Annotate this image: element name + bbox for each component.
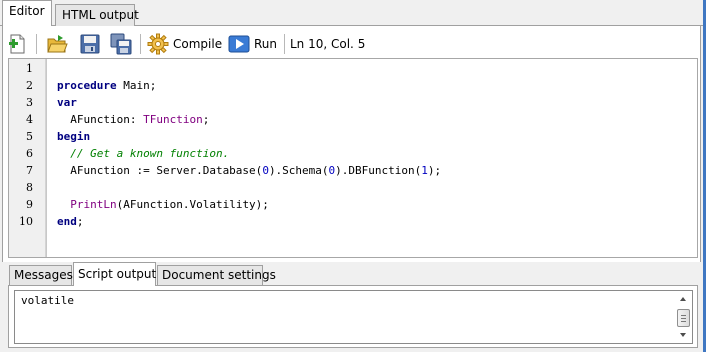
save-all-icon (110, 33, 132, 55)
keyword: var (57, 96, 77, 109)
run-button[interactable]: Run (228, 31, 277, 57)
code-line-6: // Get a known function. (57, 145, 229, 162)
line-number: 4 (26, 113, 33, 126)
line-number: 10 (19, 215, 33, 228)
code-line-5: begin (57, 128, 90, 145)
code-text: ; (202, 113, 210, 126)
tab-html-output[interactable]: HTML output (55, 4, 139, 26)
tab-messages[interactable]: Messages (9, 265, 73, 285)
keyword: begin (57, 130, 91, 143)
code-line-4: AFunction: TFunction; (57, 111, 209, 128)
code-text: ; (76, 215, 84, 228)
line-number: 6 (26, 147, 33, 160)
line-number: 3 (26, 96, 33, 109)
cursor-position-label: Ln 10, Col. 5 (290, 37, 366, 51)
code-line-9: PrintLn(AFunction.Volatility); (57, 196, 269, 213)
grip-line (681, 318, 686, 319)
cursor-position: Ln 10, Col. 5 (290, 31, 365, 57)
toolbar-separator (284, 34, 285, 54)
script-output-panel: volatile (8, 286, 698, 348)
code-line-3: var (57, 94, 77, 111)
open-button[interactable] (46, 31, 68, 57)
toolbar: Compile Run Ln 10, Col. 5 (6, 31, 696, 57)
line-number: 1 (26, 62, 33, 75)
function-name: PrintLn (70, 198, 117, 211)
script-output-textarea[interactable]: volatile (14, 290, 693, 344)
number: 1 (421, 164, 428, 177)
code-line-10: end; (57, 213, 84, 230)
new-document-icon (6, 33, 28, 55)
code-editor[interactable]: 1 2 3 4 5 6 7 8 9 10 procedure Main; var… (8, 58, 698, 258)
code-line-2: procedure Main; (57, 77, 156, 94)
line-number: 8 (26, 181, 33, 194)
gear-icon (147, 33, 169, 55)
save-icon (79, 33, 101, 55)
code-text: ); (427, 164, 442, 177)
code-text: Main; (116, 79, 157, 92)
scroll-down-arrow-icon[interactable] (680, 333, 686, 337)
line-number: 2 (26, 79, 33, 92)
code-text: ).Schema( (268, 164, 329, 177)
scrollbar-thumb[interactable] (677, 309, 690, 327)
type-name: TFunction (143, 113, 203, 126)
grip-line (681, 315, 686, 316)
compile-button[interactable]: Compile (147, 31, 222, 57)
code-text: AFunction: (57, 113, 144, 126)
toolbar-separator (140, 34, 141, 54)
output-text: volatile (21, 294, 74, 307)
line-number-gutter: 1 2 3 4 5 6 7 8 9 10 (9, 59, 46, 257)
scroll-up-arrow-icon[interactable] (680, 297, 686, 301)
run-label: Run (254, 37, 278, 51)
keyword: end (57, 215, 77, 228)
comment: // Get a known function. (57, 147, 230, 160)
line-number: 9 (26, 198, 33, 211)
code-line-7: AFunction := Server.Database(0).Schema(0… (57, 162, 441, 179)
code-text: ).DBFunction( (335, 164, 422, 177)
toolbar-separator (36, 34, 37, 54)
number: 0 (262, 164, 269, 177)
vertical-scrollbar[interactable] (675, 291, 692, 343)
line-number: 7 (26, 164, 33, 177)
open-folder-icon (46, 33, 68, 55)
save-all-button[interactable] (110, 31, 132, 57)
code-text: (AFunction.Volatility); (116, 198, 269, 211)
keyword: procedure (57, 79, 117, 92)
save-button[interactable] (79, 31, 101, 57)
code-text: AFunction := Server.Database( (57, 164, 263, 177)
line-number: 5 (26, 130, 33, 143)
compile-label: Compile (173, 37, 223, 51)
gutter-divider (46, 59, 47, 257)
grip-line (681, 321, 686, 322)
tab-editor[interactable]: Editor (2, 0, 52, 26)
play-icon (228, 33, 250, 55)
new-button[interactable] (6, 31, 28, 57)
tab-document-settings[interactable]: Document settings (157, 265, 276, 285)
tab-script-output[interactable]: Script output (73, 262, 156, 286)
